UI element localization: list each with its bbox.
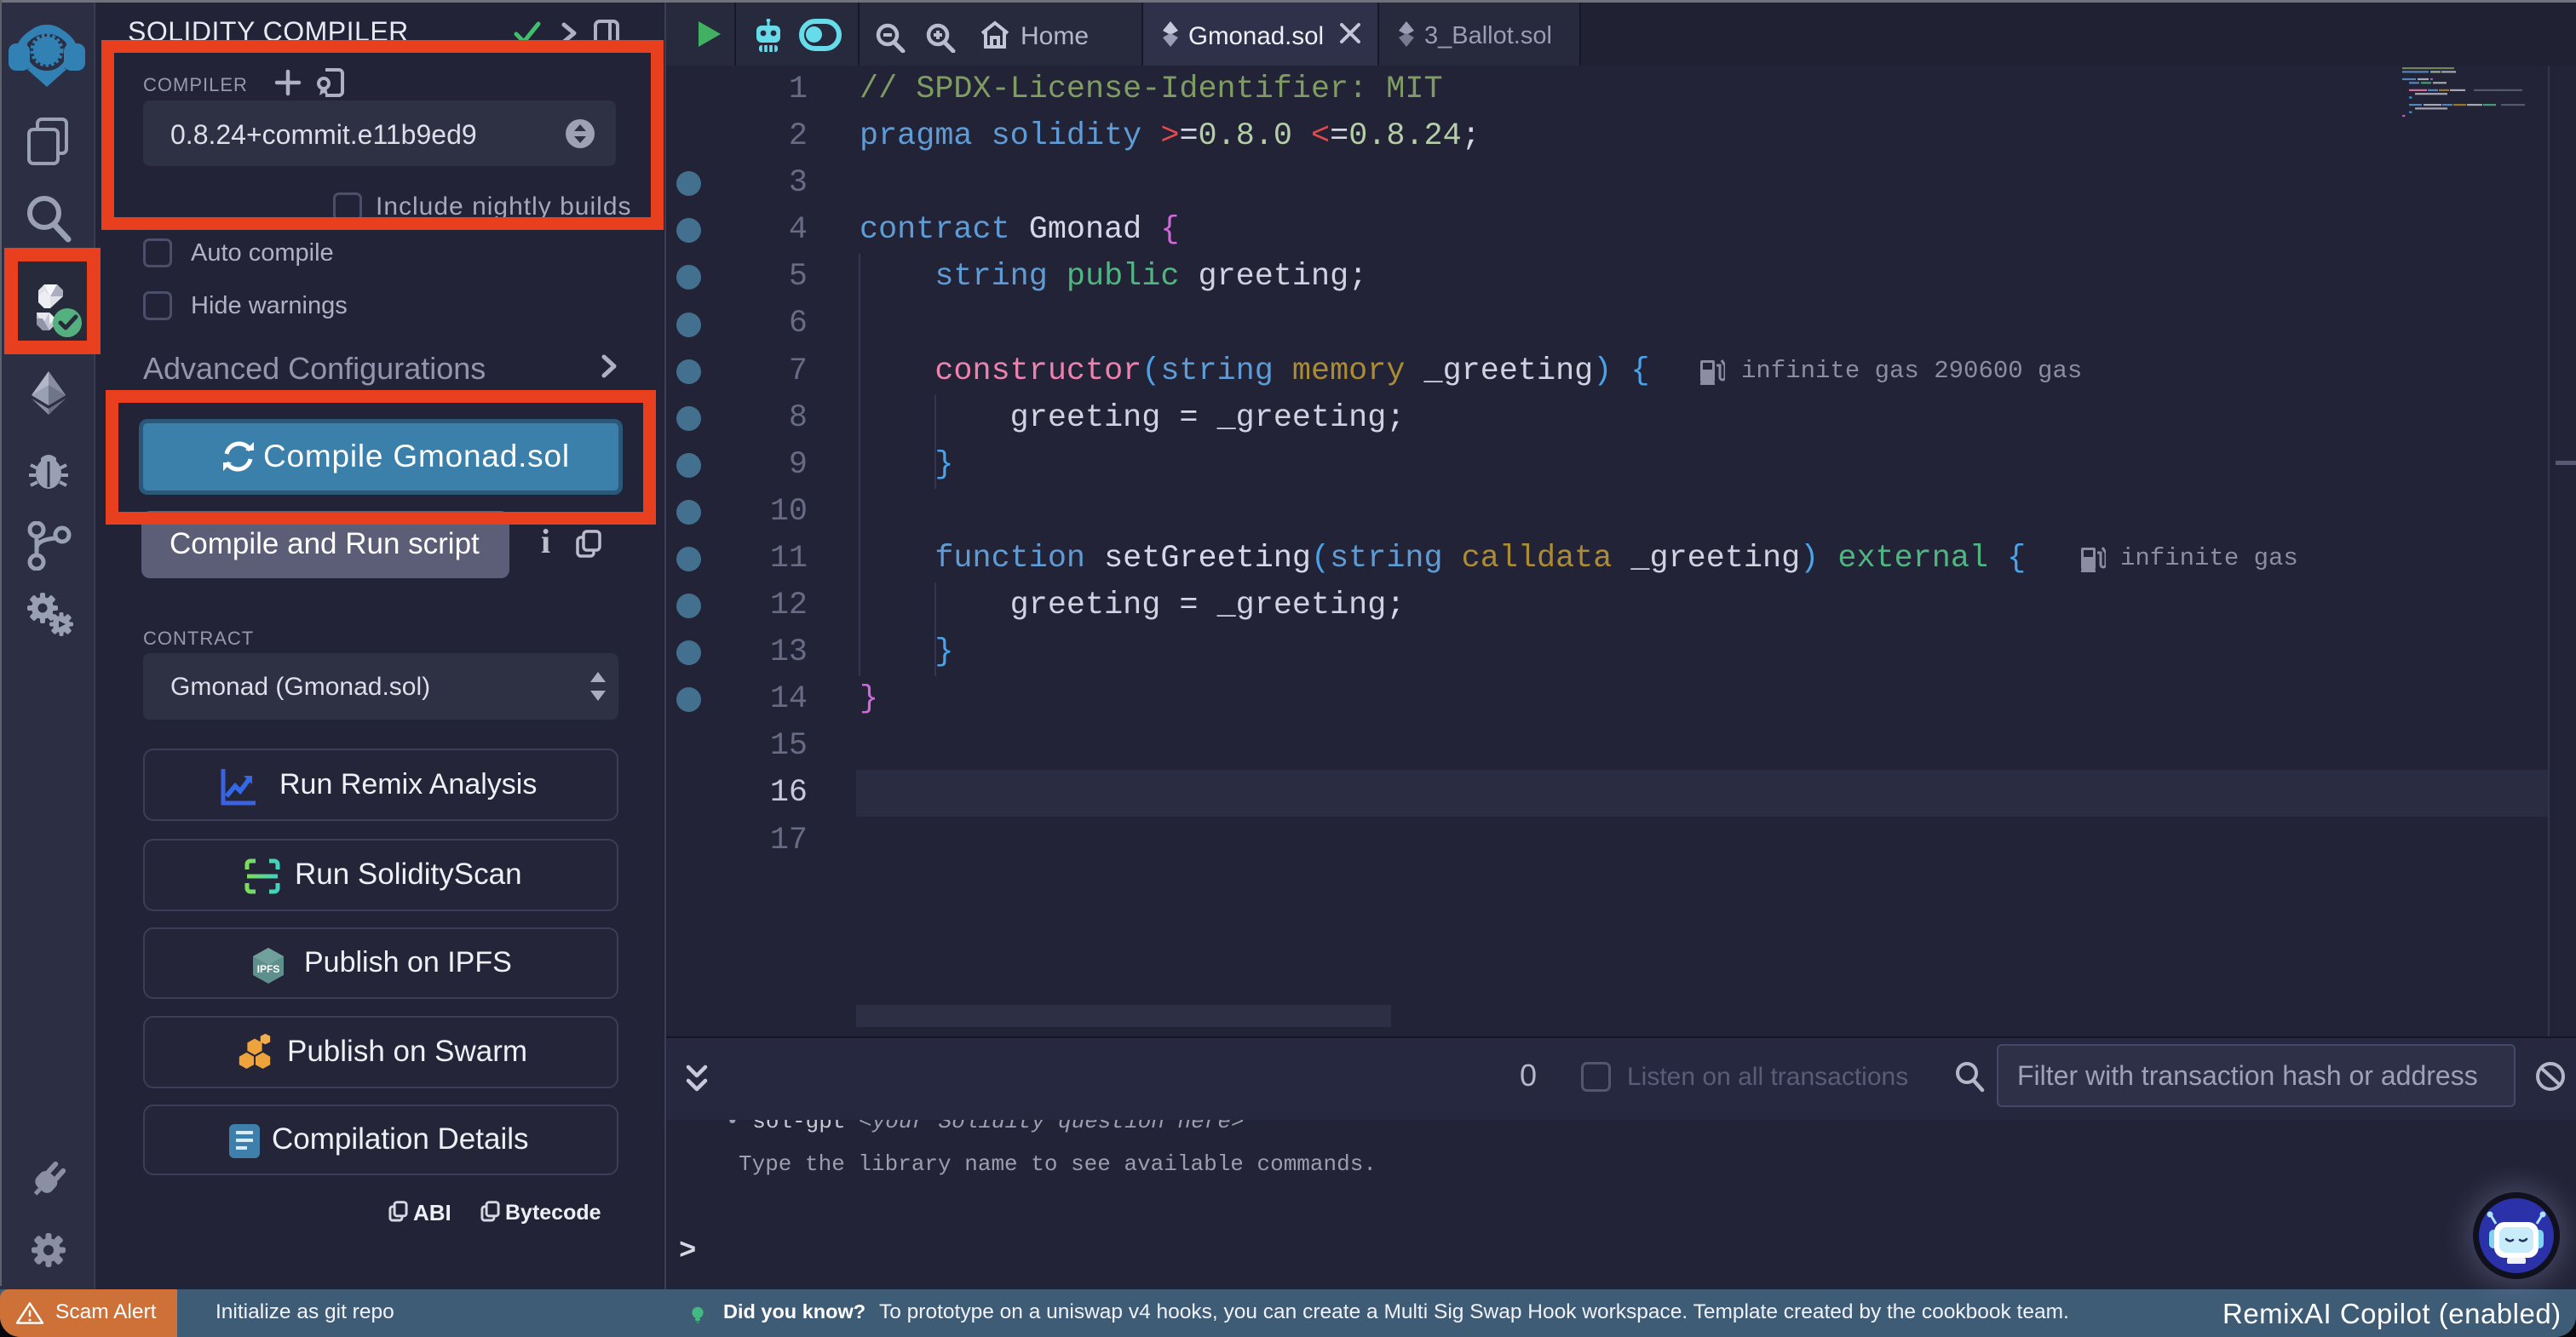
- svg-text:IPFS: IPFS: [257, 963, 280, 975]
